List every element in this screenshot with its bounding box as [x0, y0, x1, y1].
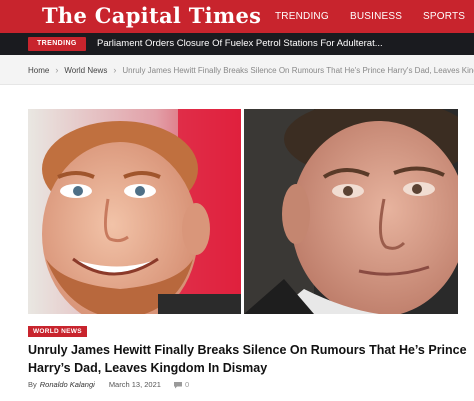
- comments-link[interactable]: 0: [173, 380, 189, 389]
- author-link[interactable]: Ronaldo Kalangi: [40, 380, 95, 389]
- category-badge[interactable]: WORLD NEWS: [28, 326, 87, 337]
- site-logo[interactable]: The Capital Times: [42, 3, 261, 28]
- breadcrumb-separator-icon: ›: [55, 65, 59, 75]
- breadcrumb-home-link[interactable]: Home: [28, 66, 49, 75]
- photo-prince-harry: [28, 109, 241, 314]
- byline-label: By: [28, 380, 37, 389]
- trending-badge: TRENDING: [28, 37, 86, 51]
- site-header: The Capital Times TRENDING BUSINESS SPOR…: [0, 0, 474, 33]
- comment-count: 0: [184, 380, 190, 389]
- breadcrumb: Home › World News › Unruly James Hewitt …: [0, 55, 474, 85]
- nav-item-business[interactable]: BUSINESS: [350, 0, 402, 33]
- breadcrumb-category-link[interactable]: World News: [64, 66, 107, 75]
- article-title: Unruly James Hewitt Finally Breaks Silen…: [28, 343, 467, 375]
- breadcrumb-current-page: Unruly James Hewitt Finally Breaks Silen…: [122, 65, 474, 75]
- publish-date: March 13, 2021: [108, 380, 161, 389]
- nav-item-sports[interactable]: SPORTS: [423, 0, 465, 33]
- photo-james-hewitt: [244, 109, 458, 314]
- trending-ticker: TRENDING Parliament Orders Closure Of Fu…: [0, 33, 474, 55]
- article-meta: By Ronaldo Kalangi March 13, 2021 0: [28, 380, 189, 389]
- comment-icon: [173, 381, 182, 388]
- featured-image: [28, 109, 458, 314]
- breadcrumb-separator-icon: ›: [113, 65, 117, 75]
- ticker-headline-link[interactable]: Parliament Orders Closure Of Fuelex Petr…: [97, 33, 474, 55]
- nav-item-trending[interactable]: TRENDING: [275, 0, 329, 33]
